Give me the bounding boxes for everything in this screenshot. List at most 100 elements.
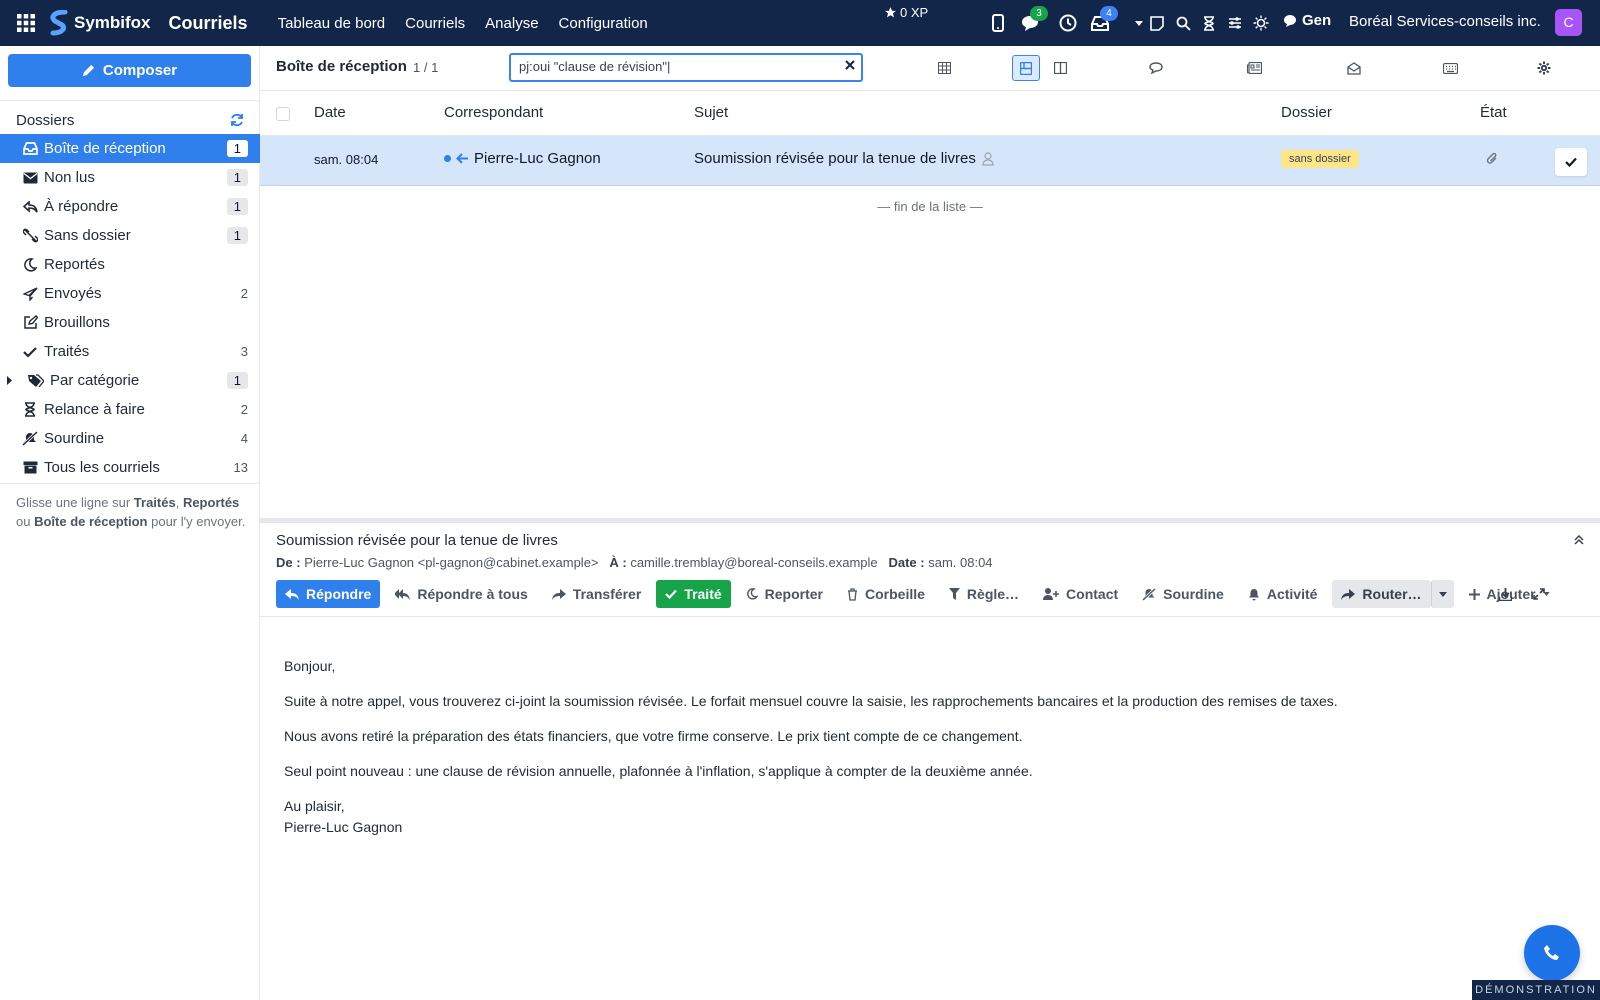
sidebar-item-sent[interactable]: Envoyés 2 (0, 279, 260, 308)
phone-icon (1544, 945, 1559, 960)
rule-button[interactable]: Règle… (940, 580, 1028, 608)
mark-done-action-button[interactable]: Traité (656, 580, 731, 608)
select-all-checkbox[interactable] (276, 107, 290, 121)
sliders-icon[interactable] (1226, 11, 1244, 35)
comment-icon (1284, 15, 1296, 27)
table-row[interactable]: sam. 08:04 Pierre-Luc Gagnon Soumission … (260, 136, 1600, 186)
company-name[interactable]: Boréal Services-conseils inc. (1349, 13, 1541, 30)
mute-button[interactable]: Sourdine (1133, 580, 1233, 608)
folders-title: Dossiers (16, 111, 75, 129)
activity-button[interactable]: Activité (1239, 580, 1327, 608)
nav-link-analysis[interactable]: Analyse (485, 15, 538, 32)
column-correspondent[interactable]: Correspondant (444, 104, 543, 121)
table-view-icon[interactable] (930, 55, 958, 81)
pane-splitter[interactable] (260, 518, 1600, 523)
sidebar-item-muted[interactable]: Sourdine 4 (0, 424, 260, 453)
folder-label: Boîte de réception (44, 140, 166, 157)
edit-icon (22, 315, 38, 330)
newspaper-view-icon[interactable] (1240, 55, 1268, 81)
refresh-icon[interactable] (230, 113, 244, 127)
caret-right-icon[interactable] (7, 376, 12, 385)
body-signature: Pierre-Luc Gagnon (284, 819, 403, 835)
envelope-icon (22, 172, 38, 184)
split-horizontal-view-icon[interactable] (1012, 55, 1040, 81)
snooze-button[interactable]: Reporter (737, 580, 832, 608)
sidebar-item-no-folder[interactable]: Sans dossier 1 (0, 221, 260, 250)
caret-down-icon[interactable] (1134, 11, 1144, 35)
trash-button[interactable]: Corbeille (838, 580, 934, 608)
compose-button[interactable]: Composer (8, 54, 251, 87)
sidebar-item-by-category[interactable]: Par catégorie 1 (0, 366, 260, 395)
sidebar-item-inbox[interactable]: Boîte de réception 1 (0, 134, 260, 163)
reply-all-icon (395, 588, 411, 600)
status-label: Gen (1302, 12, 1332, 29)
preview-actions: Répondre Répondre à tous Transférer Trai… (276, 580, 1559, 608)
folder-label: Non lus (44, 169, 95, 186)
apps-grid-icon[interactable] (16, 13, 36, 33)
column-subject[interactable]: Sujet (694, 104, 728, 121)
sidebar-item-processed[interactable]: Traités 3 (0, 337, 260, 366)
clear-search-icon[interactable] (845, 60, 855, 70)
folder-count: 2 (240, 402, 248, 417)
sun-icon[interactable] (1252, 11, 1270, 35)
split-vertical-view-icon[interactable] (1046, 55, 1074, 81)
mute-icon (22, 431, 38, 446)
contact-button[interactable]: Contact (1034, 580, 1127, 608)
sidebar-item-unread[interactable]: Non lus 1 (0, 163, 260, 192)
hourglass-icon (22, 402, 38, 417)
top-navbar: Symbifox Courriels Tableau de bord Courr… (0, 0, 1600, 46)
expand-icon[interactable] (1525, 580, 1553, 608)
download-icon[interactable] (1491, 580, 1519, 608)
clock-icon[interactable] (1056, 11, 1080, 35)
xp-counter[interactable]: 0 XP (884, 5, 928, 20)
sidebar-item-drafts[interactable]: Brouillons (0, 308, 260, 337)
column-state[interactable]: État (1480, 104, 1507, 121)
symbifox-logo-icon (48, 10, 70, 36)
sidebar-item-follow-up[interactable]: Relance à faire 2 (0, 395, 260, 424)
hourglass-icon[interactable] (1200, 11, 1218, 35)
route-button[interactable]: Router… (1332, 580, 1431, 608)
preview-to: camille.tremblay@boreal-conseils.example (630, 555, 878, 570)
column-folder[interactable]: Dossier (1281, 104, 1332, 121)
mark-done-button[interactable] (1555, 148, 1587, 176)
nav-link-emails[interactable]: Courriels (405, 15, 465, 32)
collapse-preview-icon[interactable] (1574, 535, 1584, 545)
reply-button[interactable]: Répondre (276, 580, 381, 608)
moon-icon (746, 588, 758, 600)
route-dropdown-button[interactable] (1430, 580, 1454, 608)
folder-label: Sourdine (44, 430, 105, 447)
folder-tag[interactable]: sans dossier (1281, 150, 1359, 168)
forward-button[interactable]: Transférer (543, 580, 650, 608)
preview-header: Soumission révisée pour la tenue de livr… (276, 532, 993, 570)
status-selector[interactable]: Gen (1283, 12, 1331, 29)
chat-icon[interactable]: 3 (1018, 6, 1048, 35)
search-input[interactable]: pj:oui "clause de révision"| (509, 53, 863, 82)
mobile-icon[interactable] (986, 11, 1010, 35)
sidebar-item-all-emails[interactable]: Tous les courriels 13 (0, 453, 260, 482)
nav-link-dashboard[interactable]: Tableau de bord (278, 15, 386, 32)
inbox-tray-icon[interactable]: 4 (1088, 6, 1118, 35)
folder-count: 1 (226, 372, 248, 389)
reply-all-button[interactable]: Répondre à tous (386, 580, 536, 608)
sidebar-item-to-reply[interactable]: À répondre 1 (0, 192, 260, 221)
sidebar-item-snoozed[interactable]: Reportés (0, 250, 260, 279)
moon-icon (22, 257, 38, 272)
sidebar: Composer Dossiers Boîte de réception 1 N… (0, 46, 260, 1000)
avatar[interactable]: C (1555, 9, 1582, 36)
correspondent-name: Pierre-Luc Gagnon (474, 150, 601, 167)
nav-link-configuration[interactable]: Configuration (559, 15, 648, 32)
body-signoff: Au plaisir, (284, 798, 345, 814)
search-icon[interactable] (1174, 11, 1192, 35)
column-date[interactable]: Date (314, 104, 346, 121)
folder-count: 1 (226, 198, 248, 215)
note-icon[interactable] (1148, 11, 1166, 35)
preview-date: sam. 08:04 (928, 555, 993, 570)
brand-logo[interactable]: Symbifox (48, 10, 151, 36)
envelope-open-icon[interactable] (1340, 55, 1368, 81)
conversation-view-icon[interactable] (1142, 55, 1170, 81)
inbox-badge: 4 (1100, 6, 1118, 21)
keyboard-icon[interactable] (1436, 55, 1464, 81)
phone-call-button[interactable] (1524, 925, 1580, 981)
settings-gear-icon[interactable] (1530, 55, 1558, 81)
body-paragraph: Seul point nouveau : une clause de révis… (284, 763, 1033, 779)
